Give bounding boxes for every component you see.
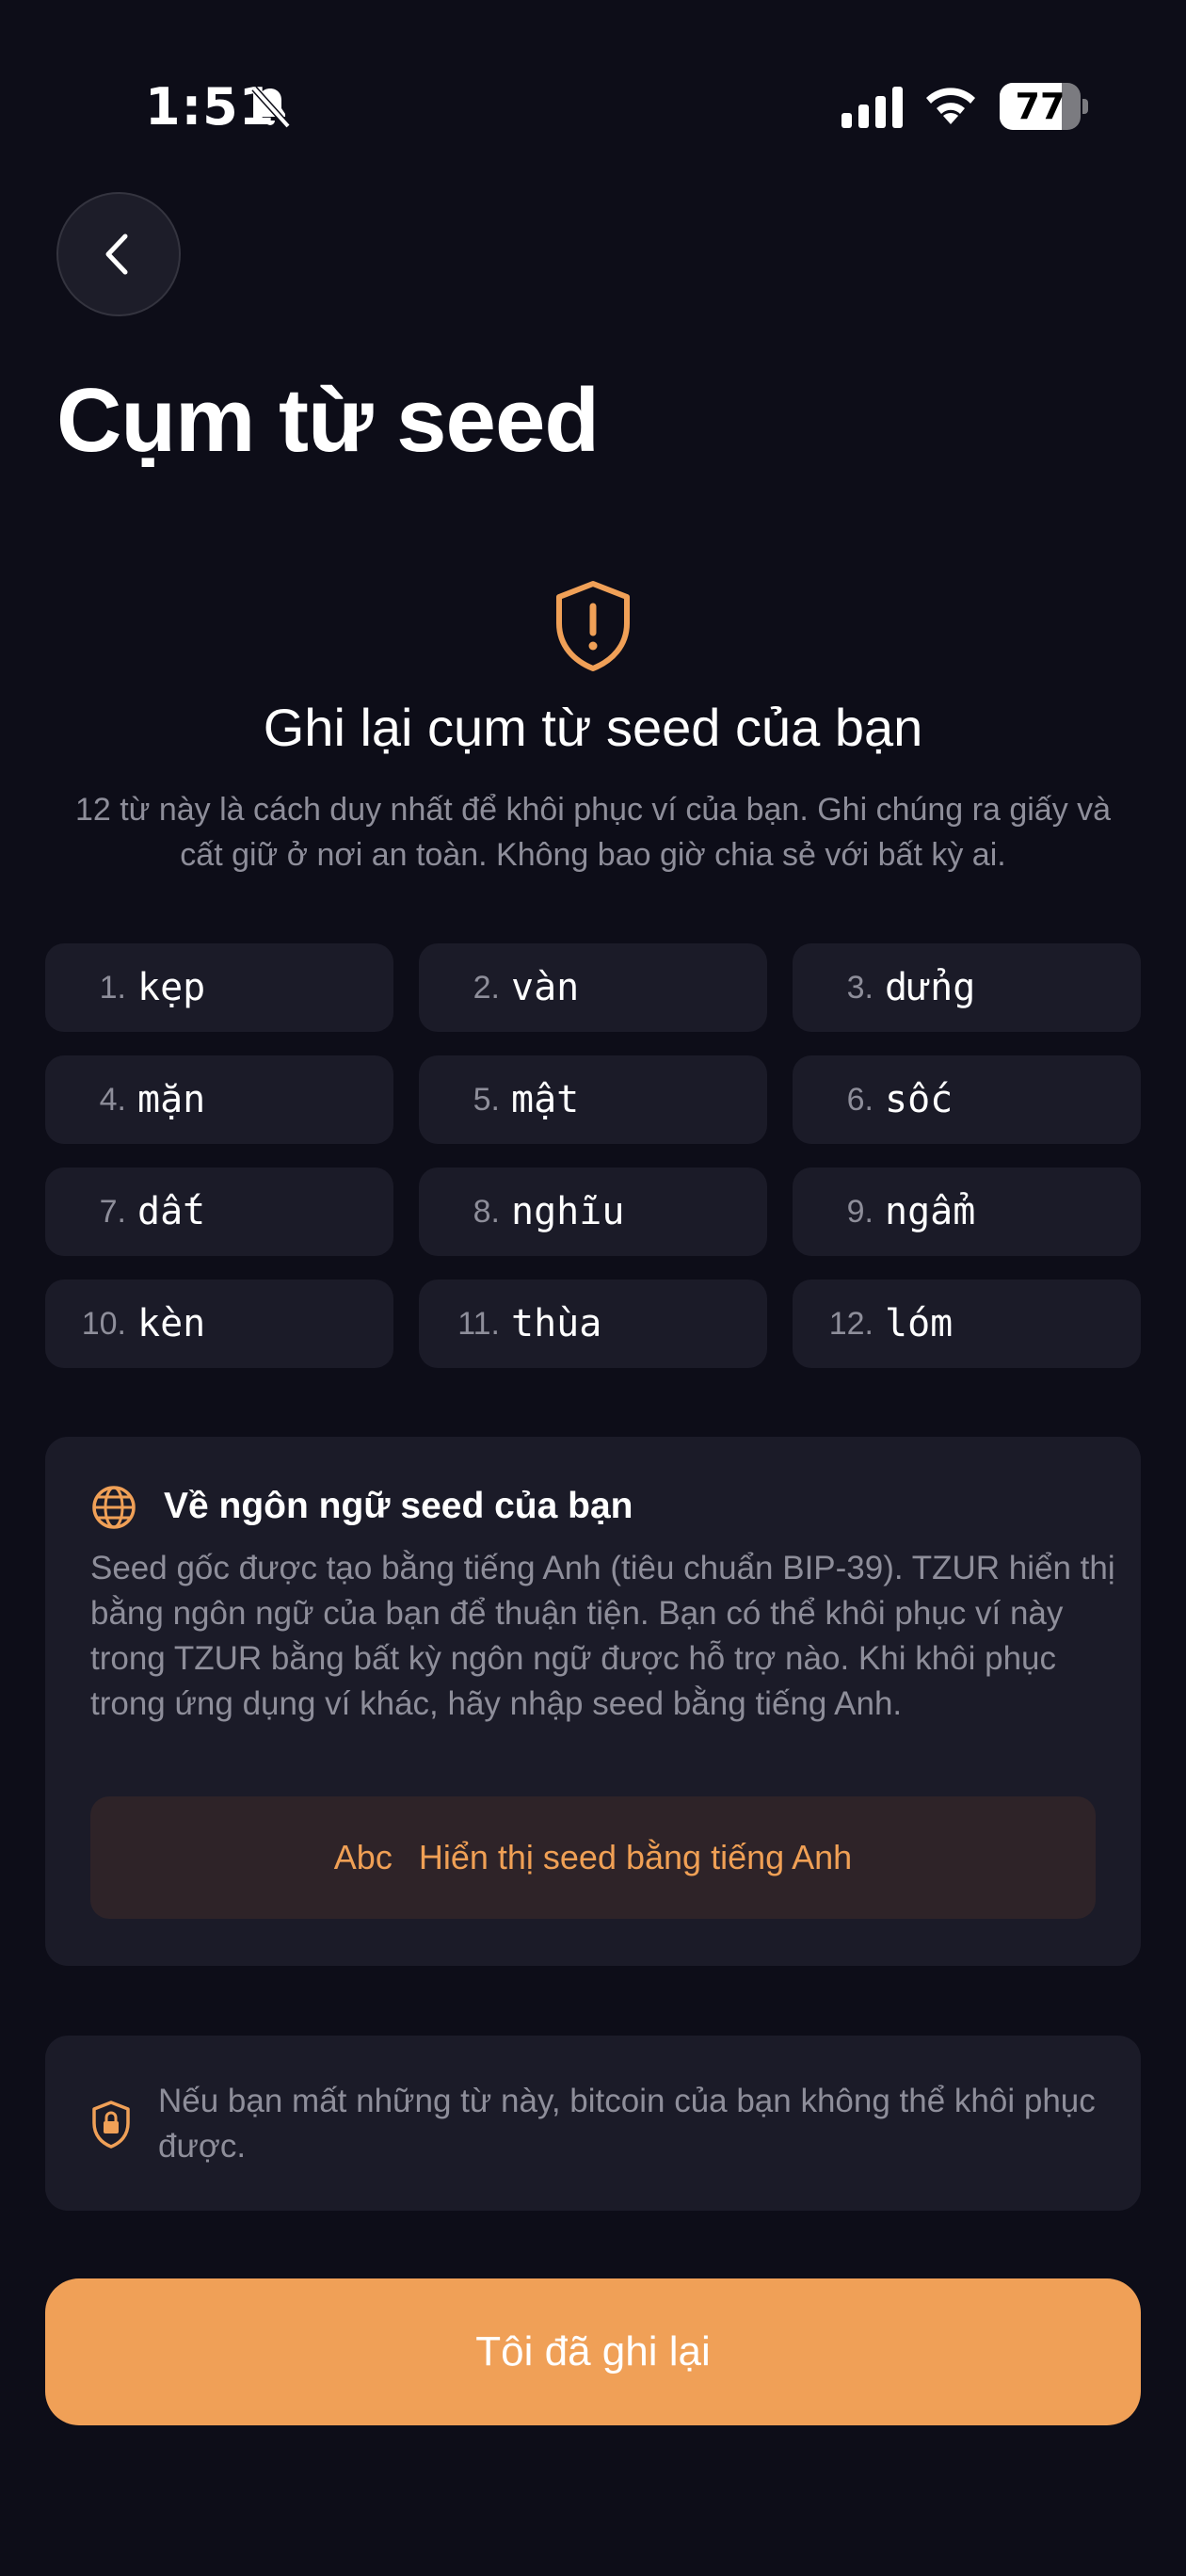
abc-icon: Abc bbox=[333, 1838, 393, 1876]
status-bar: 1:51 77 bbox=[0, 0, 1186, 188]
page-title: Cụm từ seed bbox=[56, 370, 600, 471]
section-description: 12 từ này là cách duy nhất để khôi phục … bbox=[74, 792, 1112, 873]
seed-word: lóm bbox=[885, 1302, 954, 1345]
confirm-written-label: Tôi đã ghi lại bbox=[475, 2328, 711, 2375]
seed-language-card: Về ngôn ngữ seed của bạn Seed gốc được t… bbox=[45, 1437, 1141, 1966]
bell-muted-icon bbox=[251, 86, 291, 129]
seed-word-number: 4. bbox=[99, 1081, 126, 1118]
seed-word-number: 6. bbox=[846, 1081, 873, 1118]
seed-word-grid: 1. kẹp 2. vàn 3. dửng 4. mặn 5. mật 6. sốc 7. d… bbox=[45, 943, 1141, 1368]
loss-warning-note: Nếu bạn mất những từ này, bitcoin của bạ… bbox=[45, 2036, 1141, 2211]
seed-word-number: 10. bbox=[81, 1305, 126, 1342]
back-button[interactable] bbox=[56, 192, 181, 316]
seed-word-number: 9. bbox=[846, 1193, 873, 1230]
seed-word-cell: 4. mặn bbox=[45, 1055, 393, 1144]
show-english-seed-label: Hiển thị seed bằng tiếng Anh bbox=[418, 1838, 853, 1876]
seed-word-cell: 2. vàn bbox=[419, 943, 767, 1032]
seed-word: kẹp bbox=[137, 966, 206, 1009]
seed-word-number: 12. bbox=[828, 1305, 873, 1342]
seed-word: nghĩu bbox=[511, 1190, 625, 1233]
seed-word: vàn bbox=[511, 966, 580, 1009]
show-english-seed-button[interactable]: Abc Hiển thị seed bằng tiếng Anh bbox=[90, 1796, 1096, 1919]
globe-icon bbox=[92, 1486, 136, 1529]
wifi-icon bbox=[926, 88, 975, 124]
seed-word-cell: 12. lóm bbox=[793, 1280, 1141, 1368]
seed-word: mật bbox=[511, 1078, 580, 1121]
seed-word-cell: 10. kèn bbox=[45, 1280, 393, 1368]
seed-word-cell: 1. kẹp bbox=[45, 943, 393, 1032]
seed-word: kèn bbox=[137, 1302, 206, 1345]
shield-warning-icon bbox=[556, 581, 630, 671]
chevron-left-icon bbox=[105, 233, 128, 275]
seed-word-cell: 7. dất bbox=[45, 1167, 393, 1256]
cellular-signal-icon bbox=[841, 87, 903, 128]
battery-indicator: 77 bbox=[1000, 83, 1088, 130]
battery-level: 77 bbox=[1015, 86, 1066, 127]
seed-word: sốc bbox=[885, 1078, 954, 1121]
seed-language-title: Về ngôn ngữ seed của bạn bbox=[164, 1486, 633, 1526]
seed-word-number: 8. bbox=[473, 1193, 500, 1230]
seed-word: ngẩm bbox=[885, 1190, 976, 1233]
seed-language-description: Seed gốc được tạo bằng tiếng Anh (tiêu c… bbox=[90, 1550, 1115, 1722]
seed-word: mặn bbox=[137, 1078, 206, 1121]
seed-word-cell: 3. dửng bbox=[793, 943, 1141, 1032]
seed-word-number: 3. bbox=[846, 969, 873, 1006]
seed-word: dất bbox=[137, 1190, 206, 1233]
seed-word-cell: 8. nghĩu bbox=[419, 1167, 767, 1256]
section-heading: Ghi lại cụm từ seed của bạn bbox=[263, 698, 923, 757]
seed-word-cell: 6. sốc bbox=[793, 1055, 1141, 1144]
seed-word-number: 11. bbox=[457, 1305, 500, 1342]
seed-word-cell: 11. thùa bbox=[419, 1280, 767, 1368]
seed-word-number: 1. bbox=[99, 969, 126, 1006]
loss-warning-text: Nếu bạn mất những từ này, bitcoin của bạ… bbox=[158, 2083, 1096, 2165]
seed-word-number: 2. bbox=[473, 969, 500, 1006]
seed-word-cell: 5. mật bbox=[419, 1055, 767, 1144]
shield-lock-icon bbox=[92, 2101, 130, 2149]
seed-word: thùa bbox=[511, 1302, 602, 1345]
seed-word: dửng bbox=[885, 966, 976, 1009]
confirm-written-button[interactable]: Tôi đã ghi lại bbox=[45, 2278, 1141, 2425]
seed-word-number: 7. bbox=[99, 1193, 126, 1230]
seed-word-number: 5. bbox=[473, 1081, 500, 1118]
seed-word-cell: 9. ngẩm bbox=[793, 1167, 1141, 1256]
